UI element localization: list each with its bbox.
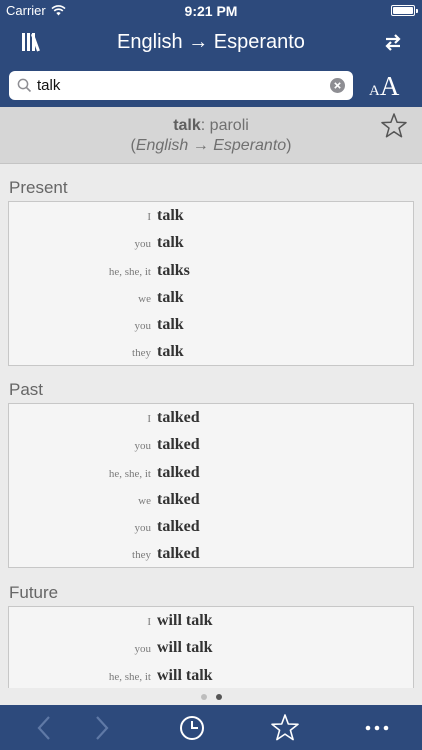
result-header: talk: paroli (English → Esperanto) (0, 107, 422, 164)
conjugation-row: they talked (9, 540, 413, 567)
conjugation-row: we talk (9, 284, 413, 311)
pronoun: we (138, 494, 151, 507)
headword-separator: : (200, 117, 206, 134)
conjugation-row: you talked (9, 513, 413, 540)
verb-form: talked (157, 517, 200, 535)
conjugation-row: he, she, it talks (9, 256, 413, 283)
tense-title-future: Future (9, 583, 59, 602)
search-icon (17, 78, 32, 93)
verb-form: talks (157, 261, 190, 279)
conjugation-row: you talk (9, 311, 413, 338)
conjugation-row: Italk (9, 202, 413, 229)
target-language: Esperanto (213, 137, 287, 154)
page-indicator[interactable] (0, 688, 422, 705)
verb-form: talked (157, 409, 200, 427)
verb-form: talk (157, 207, 184, 225)
conjugation-row: we talked (9, 486, 413, 513)
verb-form: talk (157, 234, 184, 252)
tense-title-present: Present (9, 178, 68, 197)
conjugation-row: you talked (9, 431, 413, 458)
favorites-icon[interactable] (270, 713, 300, 743)
pronoun: he, she, it (108, 670, 151, 683)
pronoun: he, she, it (108, 467, 151, 480)
search-input[interactable] (37, 71, 327, 100)
conjugation-row: you talk (9, 229, 413, 256)
pronoun: I (147, 211, 151, 224)
page-dot[interactable] (200, 693, 207, 700)
verb-form: talk (157, 315, 184, 333)
source-language: English (135, 137, 189, 154)
pronoun: they (132, 549, 151, 562)
app-header: Carrier 9:21 PM English → Esperanto talk… (0, 0, 422, 107)
headword: talk (173, 117, 201, 134)
pronoun: you (134, 319, 152, 332)
pronoun: you (134, 643, 152, 656)
battery-icon (391, 5, 418, 16)
verb-form: talk (157, 343, 184, 361)
tense-box-present: Italk you talk he, she, it talks we talk yo… (8, 201, 414, 367)
pronoun: he, she, it (108, 265, 151, 278)
verb-form: talked (157, 436, 200, 454)
verb-form: talked (157, 463, 200, 481)
pronoun: you (134, 521, 152, 534)
clock: 9:21 PM (184, 3, 238, 19)
bottom-toolbar (0, 705, 422, 750)
clear-search-icon[interactable] (330, 78, 345, 93)
pronoun: we (138, 292, 151, 305)
conjugation-row: he, she, it will talk (9, 661, 413, 688)
conjugation-row: they talk (9, 338, 413, 365)
direction-arrow: → (192, 137, 209, 154)
add-favorite-star-icon[interactable] (380, 112, 408, 140)
translation: paroli (209, 117, 249, 134)
page-title: English → Esperanto (117, 31, 305, 53)
pronoun: they (132, 347, 151, 360)
pronoun: I (147, 616, 151, 629)
tense-box-future: Iwill talk you will talk he, she, it will … (8, 606, 414, 688)
page-dot-current[interactable] (215, 693, 222, 700)
pronoun: you (134, 440, 152, 453)
pronoun: you (134, 238, 152, 251)
search-row: AA (0, 64, 422, 107)
direction-line: (English → Esperanto) (0, 137, 422, 155)
forward-icon[interactable] (86, 713, 116, 743)
verb-form: talked (157, 545, 200, 563)
search-field[interactable] (9, 71, 353, 100)
more-icon[interactable] (362, 713, 392, 743)
pronoun: I (147, 413, 151, 426)
font-size-button[interactable]: AA (369, 71, 399, 102)
tense-title-past: Past (9, 380, 44, 399)
conjugation-row: you will talk (9, 634, 413, 661)
back-icon[interactable] (30, 713, 60, 743)
font-size-large-label: A (379, 71, 400, 101)
font-size-small-label: A (369, 83, 380, 99)
conjugation-row: Italked (9, 404, 413, 431)
history-icon[interactable] (177, 713, 207, 743)
conjugation-row: Iwill talk (9, 607, 413, 634)
headword-line: talk: paroli (0, 117, 422, 135)
paren-close: ) (286, 137, 292, 154)
verb-form: will talk (157, 612, 213, 630)
conjugation-table: Present Italk you talk he, she, it talks w… (0, 165, 422, 688)
swap-direction-icon[interactable] (382, 31, 404, 53)
nav-bar: English → Esperanto (0, 22, 422, 64)
verb-form: will talk (157, 666, 213, 684)
verb-form: talk (157, 288, 184, 306)
conjugation-row: he, she, it talked (9, 458, 413, 485)
verb-form: talked (157, 490, 200, 508)
status-bar: Carrier 9:21 PM (0, 0, 422, 22)
tense-box-past: Italked you talked he, she, it talked we ta… (8, 403, 414, 569)
verb-form: will talk (157, 639, 213, 657)
